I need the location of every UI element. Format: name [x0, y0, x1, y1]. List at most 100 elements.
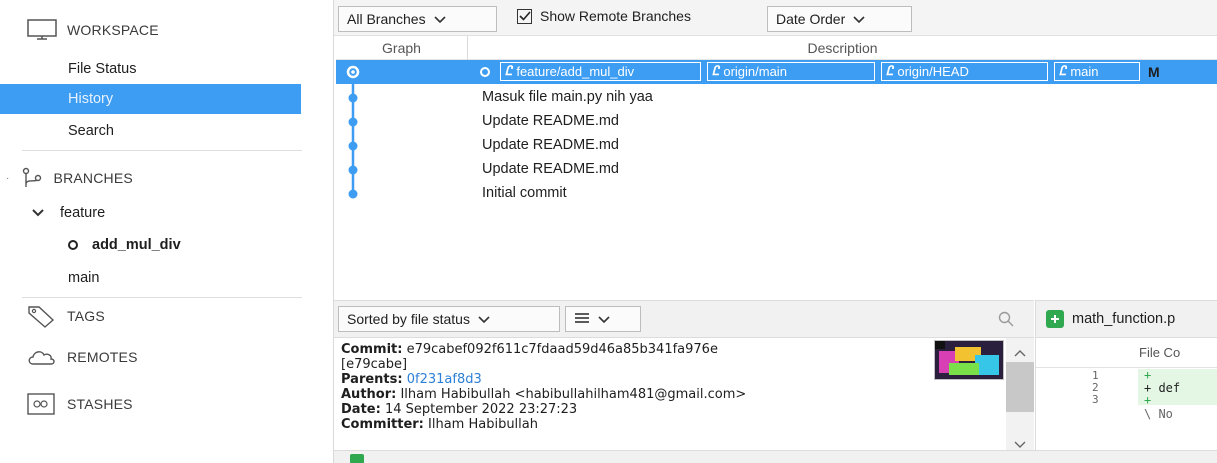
column-header-graph[interactable]: Graph [336, 36, 468, 60]
sidebar-item-label: File Status [68, 61, 137, 77]
show-remote-label: Show Remote Branches [540, 8, 691, 24]
current-branch-icon [68, 240, 78, 250]
commit-row[interactable]: Update README.md [336, 134, 1217, 158]
remotes-label: REMOTES [67, 349, 138, 365]
file-sort-dropdown[interactable]: Sorted by file status [338, 306, 560, 332]
commit-row[interactable]: Update README.md [336, 110, 1217, 134]
chevron-down-icon [478, 311, 490, 327]
branch-icon [20, 166, 44, 190]
sidebar-item-history[interactable]: History [0, 84, 301, 114]
sidebar-item-label: History [68, 91, 114, 107]
diff-file-header: math_function.p [1035, 300, 1217, 338]
commit-details: Commit: e79cabef092f611c7fdaad59d46a85b3… [334, 338, 1034, 450]
diff-view: File Co 1 2 3 + + def + \ No [1035, 338, 1217, 450]
commit-row[interactable]: Initial commit [336, 182, 1217, 206]
ref-label-origin-head[interactable]: Ꮭ origin/HEAD [881, 62, 1048, 81]
branch-item-add-mul-div[interactable]: add_mul_div [0, 230, 301, 260]
commit-message: Masuk file main.py nih yaa [482, 89, 653, 105]
file-status-icon [350, 454, 364, 463]
diff-line-number: 3 [1092, 393, 1099, 406]
date-value: 14 September 2022 23:27:23 [384, 402, 578, 417]
branch-item-label: main [68, 270, 100, 286]
collapse-dot-icon: · [6, 172, 10, 184]
commit-hash: e79cabef092f611c7fdaad59d46a85b341fa976e [406, 342, 718, 357]
date-line: Date: 14 September 2022 23:27:23 [341, 402, 578, 417]
sidebar-divider [22, 150, 302, 151]
scroll-thumb[interactable] [1006, 362, 1034, 412]
file-list-toolbar: Sorted by file status [334, 300, 1034, 338]
details-scrollbar[interactable] [1006, 338, 1034, 450]
diff-file-name[interactable]: math_function.p [1072, 311, 1175, 327]
parent-commit-link[interactable]: 0f231af8d3 [407, 372, 482, 387]
history-toolbar: All Branches Show Remote Branches Date O… [334, 0, 1217, 36]
diff-column-header: File Co [1036, 338, 1217, 368]
sidebar-divider [22, 297, 302, 298]
stashes-section-header[interactable]: STASHES [27, 392, 133, 416]
branches-filter-value: All Branches [347, 11, 426, 27]
diff-code-line: \ No [1144, 407, 1173, 421]
ref-label-origin-main[interactable]: Ꮭ origin/main [707, 62, 875, 81]
list-view-icon [574, 311, 590, 327]
sidebar: WORKSPACE File Status History Search · B… [0, 0, 334, 463]
branch-icon: Ꮭ [1059, 64, 1067, 79]
parents-line: Parents: 0f231af8d3 [341, 372, 482, 387]
search-icon[interactable] [998, 311, 1014, 330]
commit-row-selected[interactable]: Ꮭ feature/add_mul_div Ꮭ origin/main Ꮭ or… [336, 60, 1217, 84]
branch-item-label: add_mul_div [92, 237, 181, 253]
committer-value: Ilham Habibullah [428, 417, 538, 432]
chevron-down-icon [853, 11, 865, 27]
show-remote-checkbox[interactable] [517, 8, 532, 24]
diff-code-line: + [1144, 393, 1152, 407]
branch-icon: Ꮭ [712, 64, 720, 79]
view-mode-dropdown[interactable] [565, 306, 641, 332]
file-list-panel [334, 450, 1217, 463]
commit-message: Update README.md [482, 137, 619, 153]
file-sort-value: Sorted by file status [347, 311, 470, 327]
branches-filter-dropdown[interactable]: All Branches [338, 6, 497, 32]
chevron-down-icon [32, 205, 44, 221]
head-indicator-icon [480, 66, 490, 77]
added-file-icon [1046, 310, 1064, 328]
column-header-description[interactable]: Description [468, 36, 1217, 60]
commit-message-truncated: M [1148, 63, 1160, 80]
branch-folder-feature[interactable]: feature [0, 198, 301, 228]
stash-icon [27, 392, 57, 416]
workspace-section-header[interactable]: WORKSPACE [27, 19, 159, 41]
ref-label-feature-add-mul-div[interactable]: Ꮭ feature/add_mul_div [500, 62, 701, 81]
branch-item-main[interactable]: main [0, 263, 301, 293]
commit-list-header: Graph Description [336, 36, 1217, 60]
short-hash: [e79cabe] [341, 357, 408, 372]
sidebar-item-search[interactable]: Search [0, 116, 301, 146]
ref-label-main[interactable]: Ꮭ main [1054, 62, 1140, 81]
sidebar-item-file-status[interactable]: File Status [0, 54, 301, 84]
show-remote-branches-toggle[interactable]: Show Remote Branches [517, 8, 691, 24]
remotes-section-header[interactable]: REMOTES [27, 347, 138, 367]
branches-section-header[interactable]: · BRANCHES [6, 166, 133, 190]
commit-message: Update README.md [482, 161, 619, 177]
workspace-label: WORKSPACE [67, 22, 159, 38]
chevron-down-icon [434, 11, 446, 27]
stashes-label: STASHES [67, 396, 133, 412]
commit-message: Update README.md [482, 113, 619, 129]
author-value: Ilham Habibullah <habibullahilham481@gma… [400, 387, 747, 402]
tags-label: TAGS [67, 308, 105, 324]
avatar [934, 340, 1004, 380]
tag-icon [27, 304, 57, 328]
diff-code-line: + [1144, 368, 1152, 382]
order-value: Date Order [776, 11, 846, 27]
sidebar-item-label: Search [68, 123, 114, 139]
commit-row[interactable]: Update README.md [336, 158, 1217, 182]
branch-folder-label: feature [60, 205, 106, 221]
commit-hash-line: Commit: e79cabef092f611c7fdaad59d46a85b3… [341, 342, 718, 357]
chevron-up-icon[interactable] [1014, 344, 1026, 360]
commit-list: Ꮭ feature/add_mul_div Ꮭ origin/main Ꮭ or… [336, 60, 1217, 300]
tags-section-header[interactable]: TAGS [27, 304, 105, 328]
cloud-icon [27, 347, 57, 367]
branch-icon: Ꮭ [886, 64, 894, 79]
order-dropdown[interactable]: Date Order [767, 6, 912, 32]
committer-line: Committer: Ilham Habibullah [341, 417, 538, 432]
chevron-down-icon [598, 311, 610, 327]
author-line: Author: Ilham Habibullah <habibullahilha… [341, 387, 747, 402]
commit-row[interactable]: Masuk file main.py nih yaa [336, 86, 1217, 110]
branch-icon: Ꮭ [505, 64, 513, 79]
